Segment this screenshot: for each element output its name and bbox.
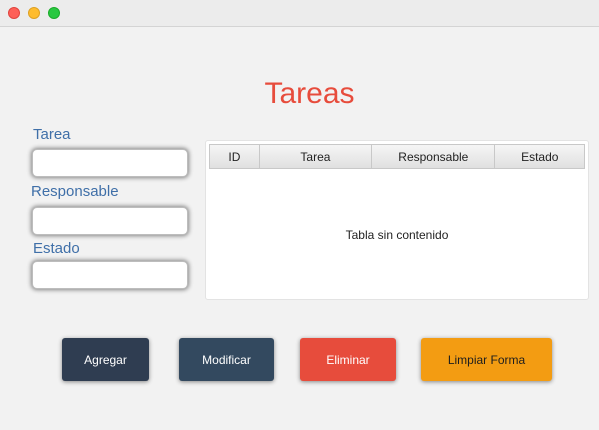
tasks-table[interactable]: ID Tarea Responsable Estado Tabla sin co… xyxy=(205,140,589,300)
column-header-responsable[interactable]: Responsable xyxy=(372,145,496,168)
column-header-id[interactable]: ID xyxy=(210,145,260,168)
responsable-input[interactable] xyxy=(32,207,188,235)
minimize-window-button[interactable] xyxy=(28,7,40,19)
tarea-input[interactable] xyxy=(32,149,188,177)
estado-label: Estado xyxy=(33,240,80,257)
window-titlebar xyxy=(0,0,599,27)
estado-input[interactable] xyxy=(32,261,188,289)
table-header: ID Tarea Responsable Estado xyxy=(209,144,585,169)
agregar-button[interactable]: Agregar xyxy=(62,338,149,381)
eliminar-button[interactable]: Eliminar xyxy=(300,338,396,381)
tarea-label: Tarea xyxy=(33,126,71,143)
close-window-button[interactable] xyxy=(8,7,20,19)
modificar-button[interactable]: Modificar xyxy=(179,338,274,381)
limpiar-forma-button[interactable]: Limpiar Forma xyxy=(421,338,552,381)
column-header-estado[interactable]: Estado xyxy=(495,145,584,168)
zoom-window-button[interactable] xyxy=(48,7,60,19)
page-title: Tareas xyxy=(264,77,355,110)
responsable-label: Responsable xyxy=(31,183,119,200)
table-empty-message: Tabla sin contenido xyxy=(345,228,449,242)
column-header-tarea[interactable]: Tarea xyxy=(260,145,373,168)
